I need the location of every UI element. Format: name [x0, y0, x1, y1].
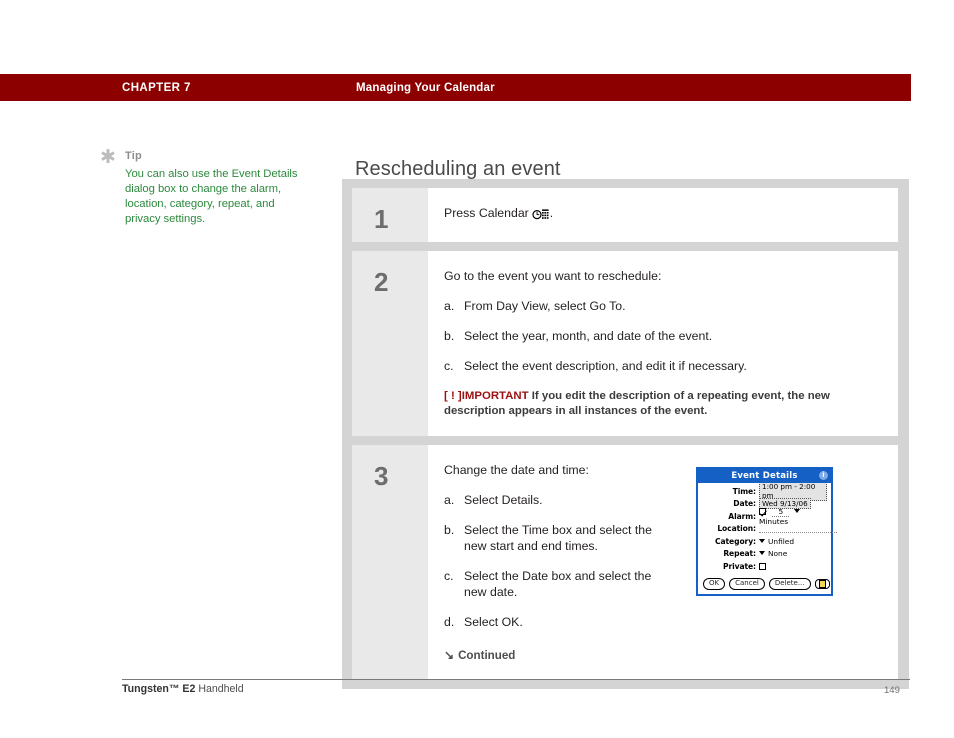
- substep-text: Select the Time box and select the new s…: [464, 523, 652, 553]
- substep-marker: b.: [444, 329, 455, 343]
- note-icon: [818, 579, 826, 588]
- cancel-button[interactable]: Cancel: [729, 577, 765, 590]
- footer-product-suffix: Handheld: [195, 683, 244, 695]
- step-substep: d. Select OK.: [444, 614, 672, 630]
- substep-marker: a.: [444, 299, 455, 313]
- dialog-fields: Time: 1:00 pm - 2:00 pm Date: Wed 9/13/0…: [698, 481, 837, 576]
- dialog-title: Event Details: [731, 471, 798, 481]
- private-row: Private:: [702, 561, 827, 571]
- substep-text: Select the Date box and select the new d…: [464, 569, 652, 599]
- alarm-label: Alarm:: [728, 511, 756, 521]
- date-label: Date:: [733, 499, 756, 508]
- substep-text: Select the year, month, and date of the …: [464, 329, 713, 343]
- substep-text: Select Details.: [464, 493, 543, 507]
- step-substep: a. Select Details.: [444, 492, 672, 508]
- alarm-value-field[interactable]: 5: [772, 507, 790, 517]
- substep-text: Select OK.: [464, 615, 523, 629]
- footer-product: Tungsten™ E2 Handheld: [122, 683, 244, 695]
- continued-label: ↘ Continued: [444, 648, 672, 662]
- private-checkbox[interactable]: [759, 562, 766, 570]
- dialog-button-bar: OK Cancel Delete...: [698, 576, 831, 594]
- time-label: Time:: [732, 486, 756, 496]
- repeat-label: Repeat:: [723, 549, 756, 558]
- info-icon[interactable]: i: [819, 470, 828, 480]
- delete-button[interactable]: Delete...: [768, 577, 811, 590]
- arrow-down-right-icon: ↘: [444, 648, 455, 662]
- note-button[interactable]: [814, 578, 830, 589]
- alarm-row: Alarm: 5 Minutes: [702, 507, 827, 526]
- substep-text: Select the event description, and edit i…: [464, 359, 747, 373]
- step-row: 3 Change the date and time: a. Select De…: [352, 445, 898, 680]
- important-callout: [ ! ]IMPORTANT If you edit the descripti…: [444, 389, 876, 418]
- step-substep: b. Select the Time box and select the ne…: [444, 522, 672, 554]
- time-row: Time: 1:00 pm - 2:00 pm: [702, 481, 827, 501]
- event-details-dialog: Event Details i Time: 1:00 pm - 2:00 pm …: [696, 467, 837, 596]
- private-label: Private:: [722, 561, 756, 571]
- step-substep: b. Select the year, month, and date of t…: [444, 328, 882, 344]
- page-number: 149: [884, 685, 900, 696]
- step-row: 1 Press Calendar .: [352, 188, 898, 242]
- step-number: 1: [352, 188, 428, 242]
- ok-button[interactable]: OK: [703, 577, 726, 590]
- dialog-title-bar: Event Details i: [698, 469, 831, 483]
- category-row: Category: Unfiled: [702, 536, 827, 546]
- asterisk-icon: ✱: [100, 147, 116, 168]
- chevron-down-icon[interactable]: [759, 551, 765, 555]
- step-lead-text: Go to the event you want to reschedule:: [444, 269, 662, 283]
- location-field[interactable]: [759, 524, 837, 534]
- steps-panel: 1 Press Calendar . 2 Go to the event you…: [342, 179, 909, 689]
- step-lead-text: Change the date and time:: [444, 463, 589, 477]
- substep-marker: d.: [444, 615, 455, 629]
- category-value[interactable]: Unfiled: [768, 537, 794, 546]
- substep-marker: c.: [444, 569, 454, 583]
- substep-marker: a.: [444, 493, 455, 507]
- alarm-checkbox[interactable]: [759, 507, 766, 515]
- location-row: Location:: [702, 524, 837, 534]
- location-label: Location:: [717, 524, 756, 533]
- step1-period: .: [549, 206, 554, 220]
- tip-body-text: You can also use the Event Details dialo…: [125, 168, 298, 226]
- step-number: 2: [352, 251, 428, 436]
- repeat-value[interactable]: None: [768, 549, 787, 558]
- step-row: 2 Go to the event you want to reschedule…: [352, 251, 898, 436]
- page-title: Rescheduling an event: [355, 158, 561, 181]
- step1-instruction: Press Calendar: [444, 206, 529, 220]
- substep-marker: c.: [444, 359, 454, 373]
- substep-marker: b.: [444, 523, 455, 537]
- important-bracket: [ ! ]: [444, 390, 462, 402]
- substep-text: From Day View, select Go To.: [464, 299, 626, 313]
- footer-product-name: Tungsten™ E2: [122, 683, 196, 695]
- calendar-button-icon: [532, 208, 549, 224]
- tip-label: Tip: [125, 150, 142, 162]
- step-substep: c. Select the Date box and select the ne…: [444, 568, 672, 600]
- step-lead-text: Press Calendar .: [444, 205, 882, 224]
- chapter-label: CHAPTER 7: [122, 81, 191, 94]
- step-content: Press Calendar .: [428, 188, 898, 242]
- chevron-down-icon[interactable]: [759, 538, 765, 543]
- repeat-row: Repeat: None: [702, 549, 827, 559]
- step3-instructions: Change the date and time: a. Select Deta…: [444, 462, 672, 662]
- step-substep: c. Select the event description, and edi…: [444, 358, 882, 374]
- step-number: 3: [352, 445, 428, 680]
- chapter-title: Managing Your Calendar: [356, 81, 495, 94]
- event-details-screenshot: Event Details i Time: 1:00 pm - 2:00 pm …: [696, 467, 837, 662]
- continued-text: Continued: [458, 649, 516, 662]
- step-substep: a. From Day View, select Go To.: [444, 298, 882, 314]
- important-tag: IMPORTANT: [461, 390, 529, 402]
- step-content: Go to the event you want to reschedule: …: [428, 251, 898, 436]
- category-label: Category:: [715, 536, 756, 546]
- chevron-down-icon[interactable]: [793, 508, 800, 513]
- step-content: Change the date and time: a. Select Deta…: [428, 445, 898, 680]
- footer-divider: [122, 679, 910, 680]
- chapter-header-bar: CHAPTER 7 Managing Your Calendar: [0, 74, 911, 101]
